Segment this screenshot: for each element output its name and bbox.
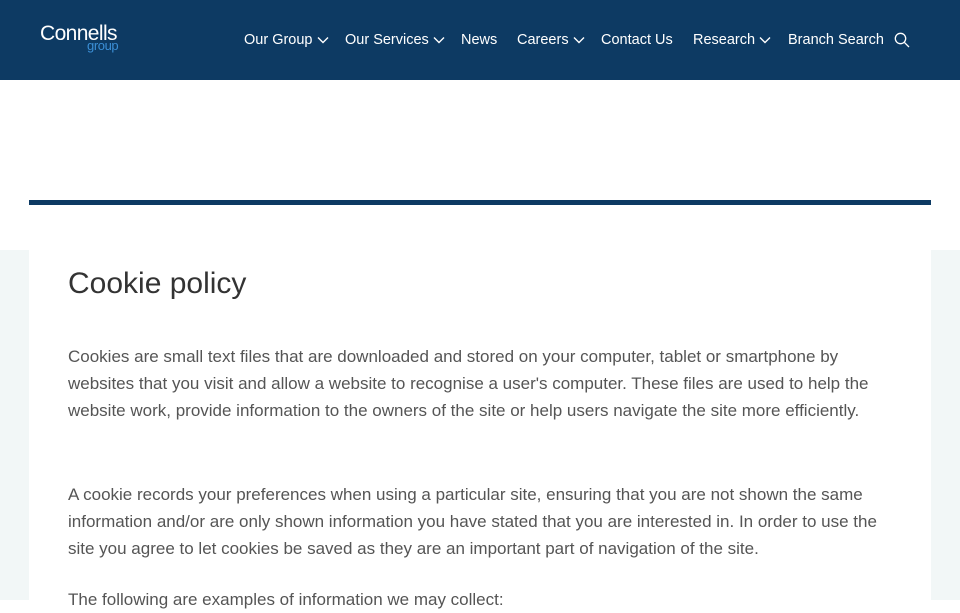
nav-label: Our Services xyxy=(345,32,429,48)
search-icon[interactable] xyxy=(894,32,910,48)
chevron-down-icon xyxy=(317,37,328,44)
header-divider xyxy=(29,200,931,205)
nav-item-branch-search[interactable]: Branch Search xyxy=(788,30,884,50)
nav-item-our-group[interactable]: Our Group xyxy=(244,30,329,50)
nav-item-research[interactable]: Research xyxy=(693,30,771,50)
chevron-down-icon xyxy=(759,37,771,44)
logo-subtitle: group xyxy=(87,38,119,53)
chevron-down-icon xyxy=(573,37,585,44)
connells-group-logo[interactable]: Connells group xyxy=(40,22,130,58)
nav-label: Our Group xyxy=(244,32,313,48)
nav-item-news[interactable]: News xyxy=(461,30,497,50)
nav-item-careers[interactable]: Careers xyxy=(517,30,585,50)
nav-item-our-services[interactable]: Our Services xyxy=(345,30,445,50)
chevron-down-icon xyxy=(433,37,445,44)
site-header: Connells group Our Group Our Services Ne… xyxy=(0,0,960,80)
nav-label: Careers xyxy=(517,32,569,48)
paragraph-cookie-preferences: A cookie records your preferences when u… xyxy=(68,485,877,558)
nav-label: Research xyxy=(693,32,756,48)
nav-label: News xyxy=(461,32,498,48)
nav-label: Branch Search xyxy=(788,32,884,48)
paragraph-cookies-intro: Cookies are small text files that are do… xyxy=(68,347,869,420)
banner-area xyxy=(0,80,960,250)
page-title: Cookie policy xyxy=(68,267,247,300)
nav-item-contact-us[interactable]: Contact Us xyxy=(601,30,673,50)
nav-label: Contact Us xyxy=(601,32,673,48)
